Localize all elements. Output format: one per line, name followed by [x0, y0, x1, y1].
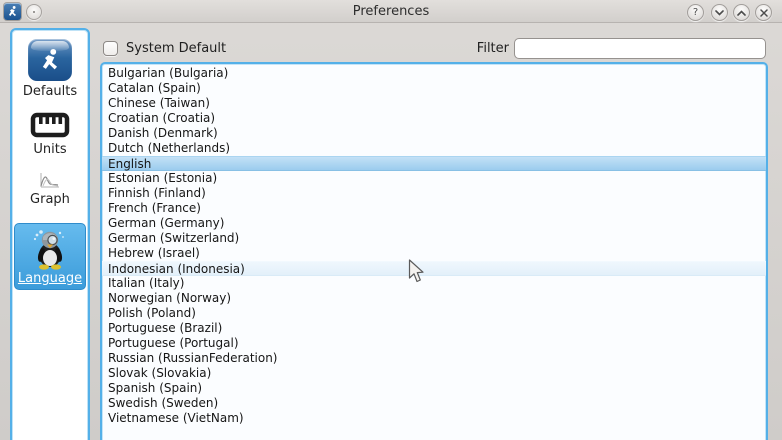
window-title: Preferences	[0, 0, 782, 23]
language-list-item[interactable]: Danish (Denmark)	[102, 126, 766, 141]
sidebar-item-label: Units	[33, 142, 66, 157]
language-list-item[interactable]: Estonian (Estonia)	[102, 171, 766, 186]
language-list-item[interactable]: Portuguese (Portugal)	[102, 336, 766, 351]
system-default-label: System Default	[126, 41, 226, 56]
preferences-window: { "window": { "title": "Preferences", "b…	[0, 0, 782, 440]
dive-profile-icon	[39, 171, 61, 189]
titlebar[interactable]: Preferences ?	[0, 0, 782, 23]
filter-label: Filter	[449, 41, 509, 57]
language-list-item[interactable]: English	[102, 156, 766, 171]
language-list-item[interactable]: Croatian (Croatia)	[102, 111, 766, 126]
language-list-item[interactable]: Finnish (Finland)	[102, 186, 766, 201]
diver-icon	[28, 39, 72, 81]
language-list-item[interactable]: Russian (RussianFederation)	[102, 351, 766, 366]
sidebar-item-language[interactable]: Language	[14, 223, 86, 290]
chevron-down-icon	[715, 10, 724, 16]
language-list-item[interactable]: French (France)	[102, 201, 766, 216]
diver-figure-icon	[37, 47, 63, 73]
preferences-sidebar: Defaults Units Graph	[10, 28, 90, 440]
sidebar-item-graph[interactable]: Graph	[30, 157, 70, 207]
language-list-item[interactable]: Slovak (Slovakia)	[102, 366, 766, 381]
language-list-item[interactable]: Catalan (Spain)	[102, 81, 766, 96]
sidebar-item-units[interactable]: Units	[30, 99, 70, 157]
language-list-item[interactable]: Bulgarian (Bulgaria)	[102, 66, 766, 81]
language-list-item[interactable]: Dutch (Netherlands)	[102, 141, 766, 156]
question-mark-icon: ?	[693, 7, 698, 18]
sidebar-item-defaults[interactable]: Defaults	[23, 30, 77, 99]
language-list-item[interactable]: Spanish (Spain)	[102, 381, 766, 396]
filter-input[interactable]	[514, 38, 766, 59]
language-list-item[interactable]: Portuguese (Brazil)	[102, 321, 766, 336]
language-list-item[interactable]: Hebrew (Israel)	[102, 246, 766, 261]
unshade-button[interactable]	[733, 4, 750, 21]
language-list-item[interactable]: Polish (Poland)	[102, 306, 766, 321]
language-list-item[interactable]: Italian (Italy)	[102, 276, 766, 291]
language-list-item[interactable]: German (Germany)	[102, 216, 766, 231]
sidebar-item-label: Defaults	[23, 84, 77, 99]
language-list-item[interactable]: Swedish (Sweden)	[102, 396, 766, 411]
close-button[interactable]	[755, 4, 772, 21]
shade-button[interactable]	[711, 4, 728, 21]
help-button[interactable]: ?	[687, 4, 704, 21]
sidebar-item-label: Graph	[30, 192, 70, 207]
close-icon	[760, 9, 768, 17]
language-list-item[interactable]: Chinese (Taiwan)	[102, 96, 766, 111]
language-list-item[interactable]: Indonesian (Indonesia)	[102, 261, 766, 276]
chevron-up-icon	[737, 10, 746, 16]
system-default-checkbox[interactable]	[103, 41, 118, 56]
language-list[interactable]: Bulgarian (Bulgaria)Catalan (Spain)Chine…	[100, 62, 768, 440]
tux-penguin-icon	[29, 228, 71, 270]
sidebar-item-label: Language	[18, 271, 82, 286]
language-list-item[interactable]: Norwegian (Norway)	[102, 291, 766, 306]
language-list-item[interactable]: Vietnamese (VietNam)	[102, 411, 766, 426]
language-list-item[interactable]: German (Switzerland)	[102, 231, 766, 246]
ruler-icon	[30, 111, 70, 139]
